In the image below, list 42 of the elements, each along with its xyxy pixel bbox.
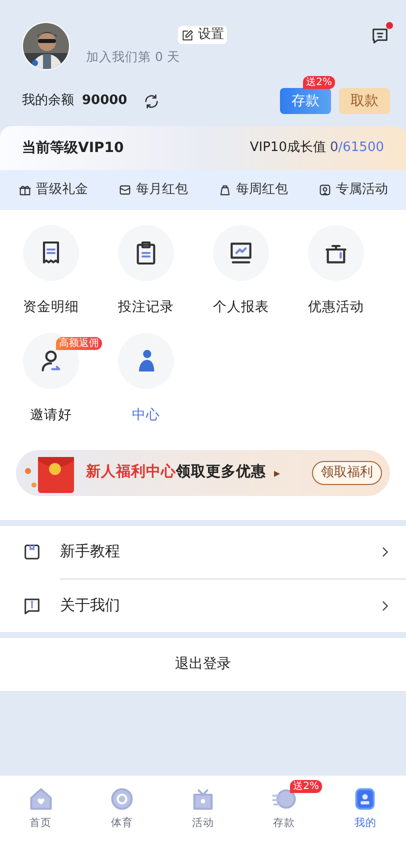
perk-link[interactable]: 晋级礼金 bbox=[18, 180, 88, 200]
bonus-badge: 送2% bbox=[290, 780, 322, 793]
badge-icon bbox=[318, 183, 332, 197]
shortcut-item[interactable]: 投注记录 bbox=[109, 225, 183, 318]
promo-text: 领取更多优惠 bbox=[176, 464, 266, 480]
message-icon[interactable] bbox=[370, 26, 390, 46]
shortcut-item[interactable]: 中心 bbox=[109, 333, 183, 426]
perk-link[interactable]: 每周红包 bbox=[218, 180, 288, 200]
ball-icon bbox=[108, 786, 135, 812]
menu-item[interactable]: 新手教程 bbox=[0, 526, 406, 578]
perk-link[interactable]: 每月红包 bbox=[118, 180, 188, 200]
growth-target: /61500 bbox=[338, 139, 384, 158]
join-days-text: 加入我们第 0 天 bbox=[86, 48, 181, 66]
info-icon bbox=[22, 596, 42, 616]
rebate-badge: 高额返佣 bbox=[56, 337, 102, 350]
shortcut-item[interactable]: 个人报表 bbox=[204, 225, 278, 318]
nav-tab[interactable]: 体育 bbox=[92, 786, 152, 832]
bag-icon bbox=[218, 183, 232, 197]
perk-link[interactable]: 专属活动 bbox=[318, 180, 388, 200]
book-icon bbox=[22, 542, 42, 562]
nav-tab[interactable]: 活动 bbox=[172, 786, 233, 832]
logout-button[interactable]: 退出登录 bbox=[175, 654, 231, 674]
vip-level-text: 当前等级VIP10 bbox=[22, 138, 124, 158]
arrow-icon: ▸ bbox=[274, 464, 280, 482]
menu-item[interactable]: 关于我们 bbox=[0, 580, 406, 632]
settings-button[interactable]: 设置 bbox=[178, 26, 227, 44]
refresh-icon[interactable] bbox=[143, 92, 160, 110]
envelope-icon bbox=[118, 183, 132, 197]
withdraw-button[interactable]: 取款 bbox=[339, 88, 390, 114]
bonus-badge: 送2% bbox=[303, 76, 335, 89]
promo-highlight: 新人福利中心 bbox=[86, 464, 176, 480]
shortcut-item[interactable]: 资金明细 bbox=[14, 225, 88, 318]
home-icon bbox=[28, 786, 54, 812]
shortcut-item[interactable]: 优惠活动 bbox=[299, 225, 373, 318]
growth-current: 0 bbox=[330, 139, 338, 158]
nav-tab[interactable]: 我的 bbox=[335, 786, 396, 832]
growth-label: VIP10成长值 bbox=[250, 139, 326, 158]
balance-amount: 90000 bbox=[82, 92, 128, 110]
edit-icon bbox=[181, 28, 194, 42]
balance-label: 我的余额 bbox=[22, 92, 74, 110]
nav-tab[interactable]: 首页 bbox=[10, 786, 71, 832]
claim-button[interactable]: 领取福利 bbox=[312, 460, 382, 484]
